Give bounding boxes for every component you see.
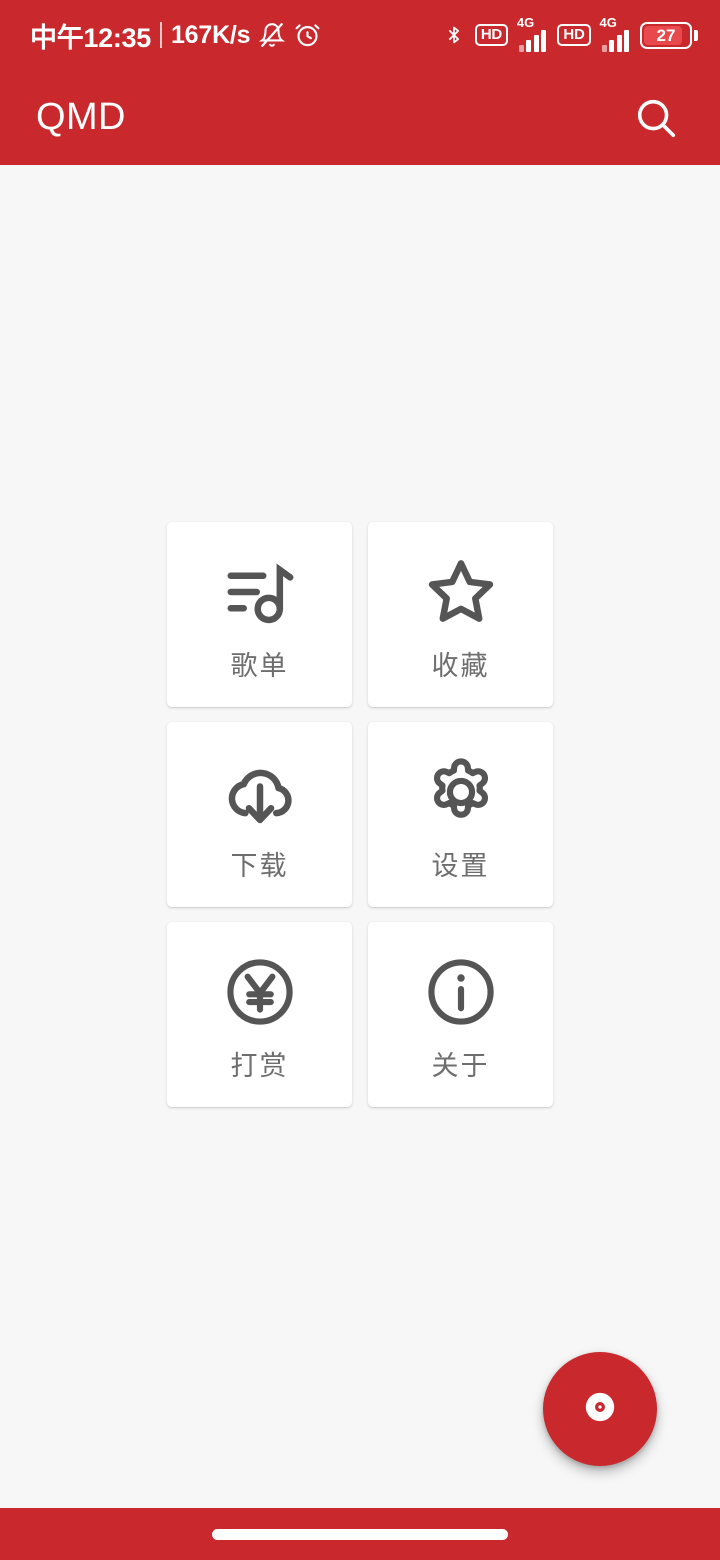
tile-settings[interactable]: 设置: [368, 721, 553, 907]
bluetooth-icon: [444, 21, 464, 49]
tile-label: 打赏: [230, 1050, 289, 1081]
status-bar: 中午12:35 167K/s HD 4G HD 4G 27: [0, 0, 720, 70]
battery-icon: 27: [640, 21, 698, 49]
battery-body: 27: [640, 21, 692, 49]
feature-grid: 歌单 收藏 下载 设置 打赏 关于: [167, 521, 553, 1107]
tile-label: 关于: [431, 1050, 490, 1081]
app-bar: QMD: [0, 70, 720, 165]
tile-downloads[interactable]: 下载: [167, 721, 352, 907]
main-content: 歌单 收藏 下载 设置 打赏 关于: [0, 165, 720, 1508]
bell-muted-icon: [259, 21, 286, 49]
star-outline-icon: [418, 549, 504, 635]
tile-playlist[interactable]: 歌单: [167, 521, 352, 707]
network-speed: 167K/s: [170, 20, 251, 49]
alarm-clock-icon: [294, 21, 321, 49]
cloud-download-icon: [217, 749, 303, 835]
tile-about[interactable]: 关于: [368, 921, 553, 1107]
tile-favorites[interactable]: 收藏: [368, 521, 553, 707]
battery-cap: [694, 29, 698, 41]
system-navigation-bar: [0, 1508, 720, 1560]
status-bar-left: 中午12:35 167K/s: [30, 16, 321, 55]
tile-label: 收藏: [431, 650, 490, 681]
hd-badge-sim1: HD: [474, 24, 508, 46]
yen-circle-icon: [217, 949, 303, 1035]
phone-screen: 中午12:35 167K/s HD 4G HD 4G 27 QMD 歌单 收藏 …: [0, 0, 720, 1560]
vinyl-record-icon: [577, 1384, 623, 1435]
hd-badge-sim2: HD: [557, 24, 591, 46]
signal-bars-sim1: [518, 30, 547, 52]
tile-label: 歌单: [230, 650, 289, 681]
signal-type-label-sim2: 4G: [599, 15, 617, 30]
info-circle-icon: [418, 949, 504, 1035]
battery-level: 27: [656, 25, 676, 45]
tile-donate[interactable]: 打赏: [167, 921, 352, 1107]
signal-type-label-sim1: 4G: [516, 15, 535, 30]
signal-bars-sim2: [601, 30, 629, 52]
signal-strength-sim1: 4G: [516, 15, 547, 52]
tile-label: 下载: [230, 850, 289, 881]
playlist-music-icon: [217, 549, 303, 635]
home-gesture-pill[interactable]: [212, 1528, 508, 1540]
gear-icon: [418, 749, 504, 835]
status-clock: 中午12:35: [30, 22, 151, 53]
tile-label: 设置: [431, 850, 490, 881]
play-fab-button[interactable]: [543, 1352, 657, 1466]
app-title: QMD: [36, 96, 126, 138]
status-bar-right: HD 4G HD 4G 27: [444, 15, 698, 52]
signal-strength-sim2: 4G: [599, 15, 629, 52]
status-divider: [159, 22, 162, 48]
search-icon[interactable]: [624, 86, 688, 150]
